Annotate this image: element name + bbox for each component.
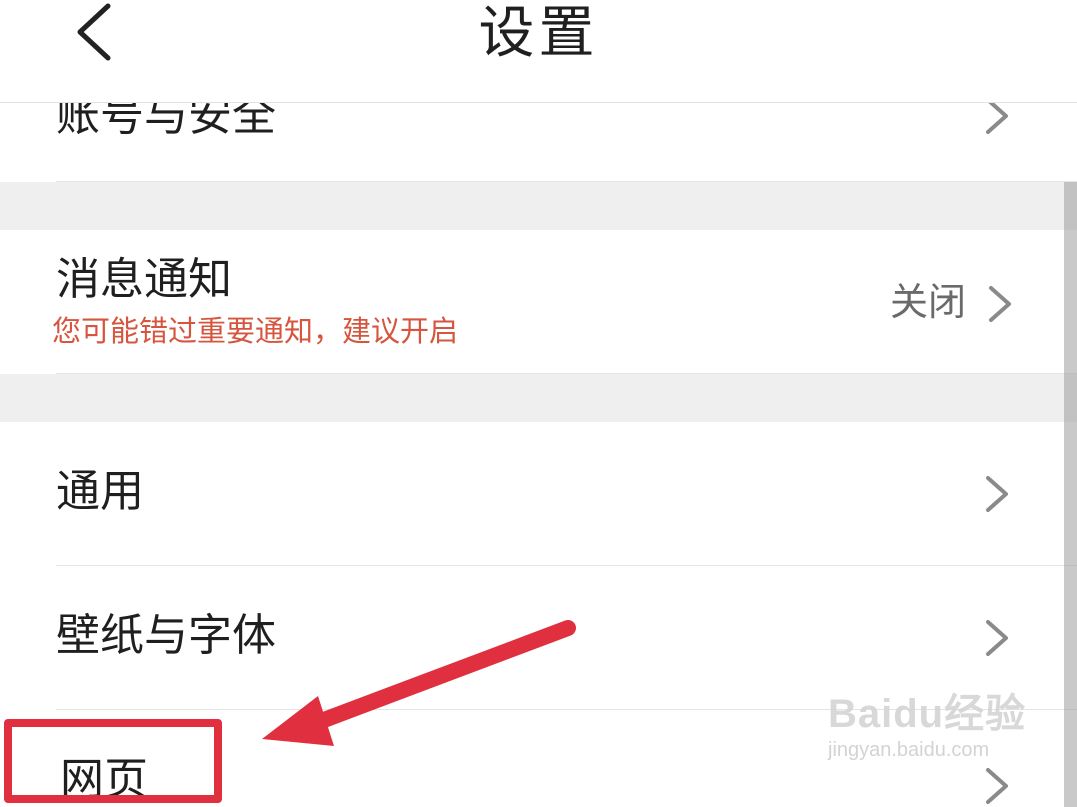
row-label-wallpaper-font: 壁纸与字体 bbox=[56, 610, 276, 661]
notification-status: 关闭 bbox=[890, 280, 967, 324]
page-title: 设置 bbox=[478, 1, 599, 66]
watermark-url: jingyan.baidu.com bbox=[828, 739, 990, 761]
annotation-highlight-box bbox=[4, 719, 222, 803]
notification-hint: 您可能错过重要通知，建议开启 bbox=[52, 314, 459, 348]
chevron-right-icon bbox=[989, 286, 1011, 322]
section-gap bbox=[0, 374, 1077, 422]
row-label-general: 通用 bbox=[56, 466, 144, 517]
baidu-watermark: Baidu经验 jingyan.baidu.com bbox=[828, 690, 1028, 762]
row-notifications[interactable]: 消息通知 您可能错过重要通知，建议开启 关闭 bbox=[0, 230, 1077, 373]
watermark-logo: Baidu经验 bbox=[828, 692, 1027, 736]
row-wallpaper-font[interactable]: 壁纸与字体 bbox=[0, 566, 1077, 709]
chevron-right-icon bbox=[986, 768, 1008, 804]
row-label-notifications: 消息通知 bbox=[56, 254, 232, 305]
chevron-right-icon bbox=[986, 476, 1008, 512]
scrollbar[interactable] bbox=[1064, 182, 1077, 807]
settings-screen: 账号与安全 消息通知 您可能错过重要通知，建议开启 关闭 通用 壁纸与字体 网页 bbox=[0, 0, 1077, 807]
row-general[interactable]: 通用 bbox=[0, 422, 1077, 565]
top-nav-bar: 设置 bbox=[0, 0, 1077, 103]
chevron-right-icon bbox=[986, 620, 1008, 656]
section-gap bbox=[0, 182, 1077, 230]
